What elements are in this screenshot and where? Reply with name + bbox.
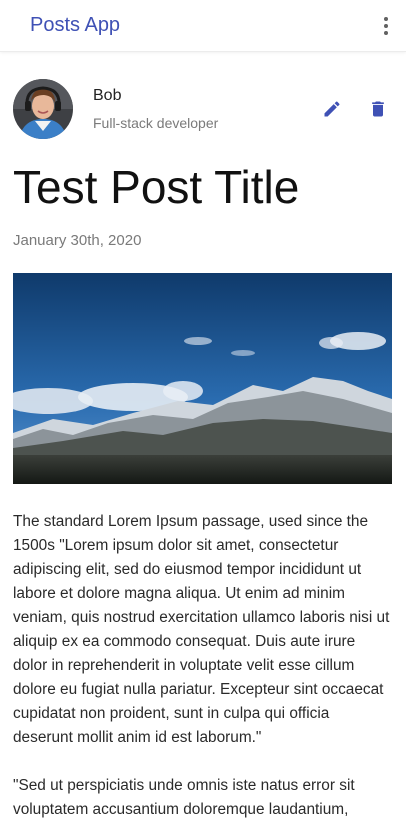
- post-hero-image: [13, 273, 392, 484]
- post-actions: [319, 96, 391, 122]
- post-title: Test Post Title: [13, 161, 300, 213]
- app-title[interactable]: Posts App: [30, 14, 120, 37]
- post-date: January 30th, 2020: [13, 232, 142, 249]
- post-paragraph: The standard Lorem Ipsum passage, used s…: [13, 513, 390, 746]
- author-info: Bob Full-stack developer: [93, 86, 218, 132]
- post-body: The standard Lorem Ipsum passage, used s…: [13, 510, 393, 820]
- trash-icon[interactable]: [365, 96, 391, 122]
- more-vert-icon[interactable]: [374, 14, 398, 38]
- author-role: Full-stack developer: [93, 115, 219, 131]
- post-paragraph: "Sed ut perspiciatis unde omnis iste nat…: [13, 777, 355, 818]
- author-header: Bob Full-stack developer: [13, 78, 393, 140]
- app-bar: Posts App: [0, 0, 406, 52]
- avatar[interactable]: [13, 79, 73, 139]
- author-name[interactable]: Bob: [93, 86, 218, 106]
- pencil-icon[interactable]: [319, 96, 345, 122]
